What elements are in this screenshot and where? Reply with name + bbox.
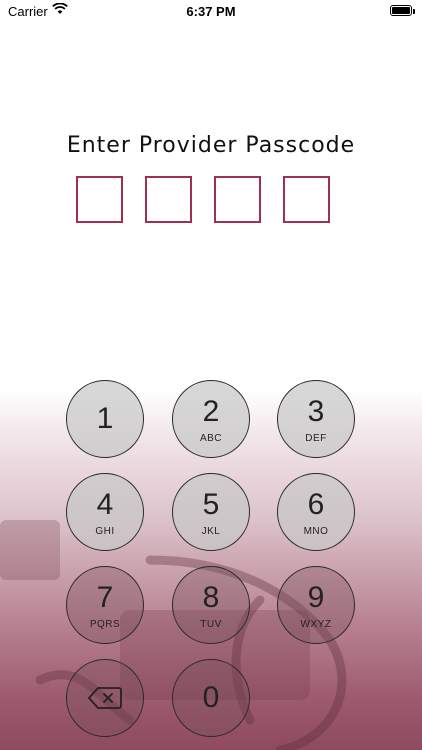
keypad-key-5[interactable]: 5 JKL (172, 473, 250, 551)
keypad-key-8[interactable]: 8 TUV (172, 566, 250, 644)
keypad-key-2[interactable]: 2 ABC (172, 380, 250, 458)
key-letters: JKL (201, 526, 221, 537)
keypad-key-1[interactable]: 1 (66, 380, 144, 458)
delete-button[interactable] (66, 659, 144, 737)
keypad-key-6[interactable]: 6 MNO (277, 473, 355, 551)
key-letters: WXYZ (300, 619, 332, 630)
key-digit: 6 (307, 488, 325, 521)
key-letters: ABC (199, 433, 223, 444)
keypad-key-4[interactable]: 4 GHI (66, 473, 144, 551)
battery-tip (413, 9, 415, 14)
keypad-key-7[interactable]: 7 PQRS (66, 566, 144, 644)
key-digit: 4 (96, 488, 114, 521)
key-digit: 9 (307, 581, 325, 614)
key-letters: TUV (200, 619, 222, 630)
keypad-key-3[interactable]: 3 DEF (277, 380, 355, 458)
key-digit: 7 (96, 581, 114, 614)
backspace-icon (88, 686, 122, 710)
keypad-key-9[interactable]: 9 WXYZ (277, 566, 355, 644)
passcode-digit-box-3 (214, 176, 261, 223)
key-digit: 3 (307, 395, 325, 428)
key-digit: 0 (202, 681, 220, 714)
passcode-digit-box-2 (145, 176, 192, 223)
key-letters: DEF (305, 433, 327, 444)
passcode-digit-box-1 (76, 176, 123, 223)
passcode-digit-box-4 (283, 176, 330, 223)
key-digit: 2 (202, 395, 220, 428)
status-bar: Carrier 6:37 PM (0, 0, 422, 24)
passcode-title: Enter Provider Passcode (66, 133, 356, 158)
key-letters: GHI (95, 526, 115, 537)
keypad-key-0[interactable]: 0 (172, 659, 250, 737)
key-digit: 1 (96, 402, 114, 435)
key-letters: PQRS (89, 619, 121, 630)
battery-icon (390, 5, 412, 16)
clock-time: 6:37 PM (186, 4, 236, 19)
key-digit: 8 (202, 581, 220, 614)
key-letters: MNO (303, 526, 329, 537)
key-digit: 5 (202, 488, 220, 521)
